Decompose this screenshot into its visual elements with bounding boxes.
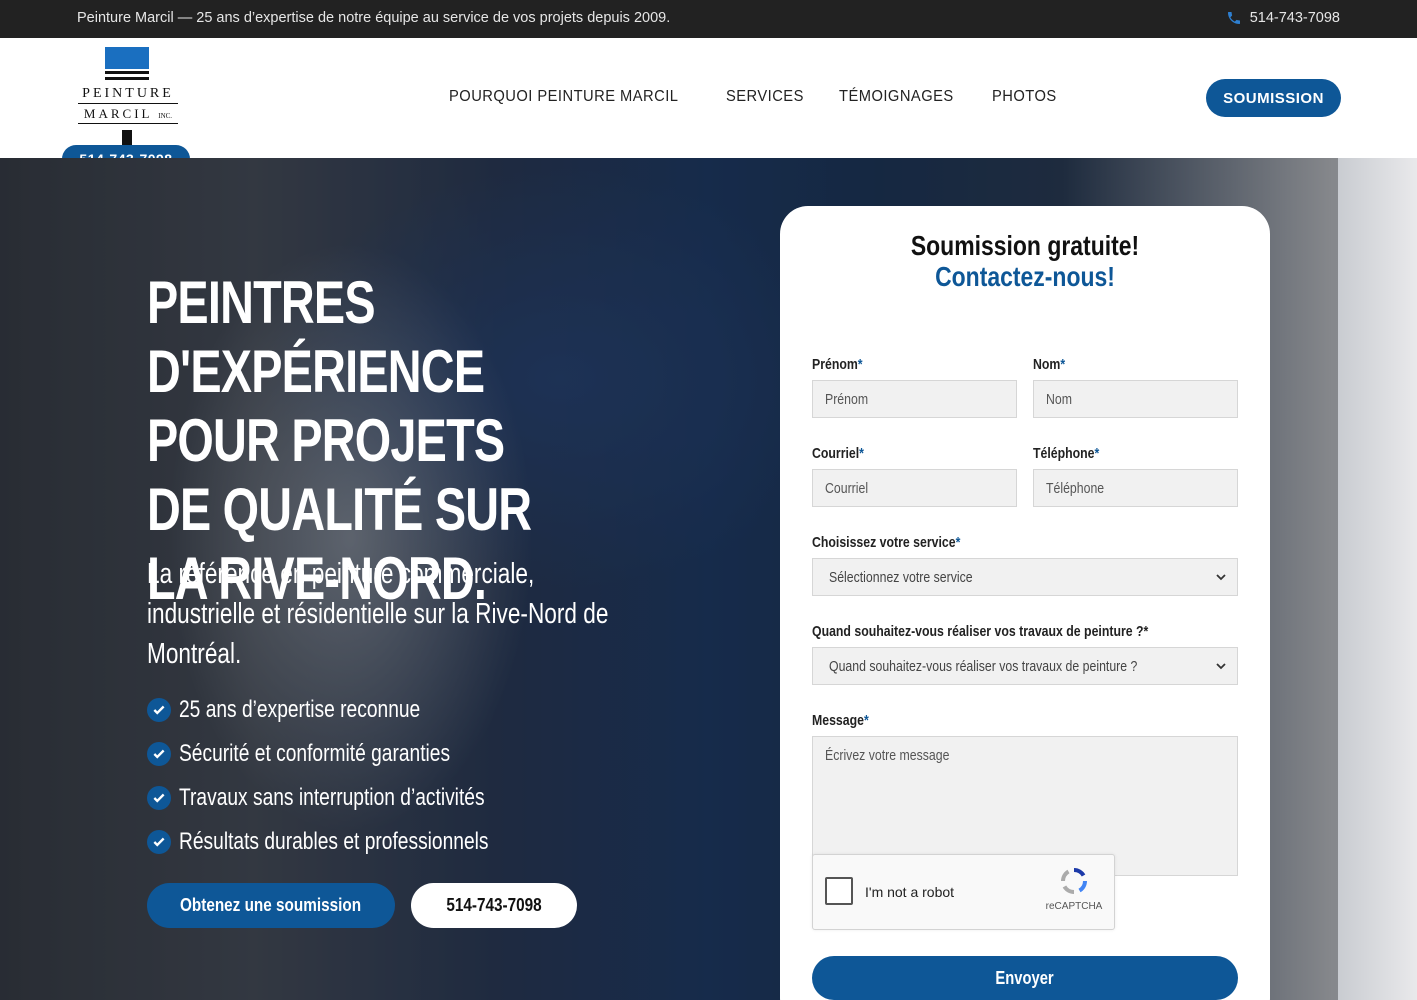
site-header: PEINTURE MARCIL INC. 514-743-7098 POURQU… xyxy=(0,38,1417,173)
recaptcha-brand: reCAPTCHA xyxy=(1045,901,1103,912)
message-placeholder: Écrivez votre message xyxy=(825,747,950,764)
when-label-text: Quand souhaitez-vous réaliser vos travau… xyxy=(812,623,1144,640)
lastname-label: Nom* xyxy=(1033,356,1065,373)
email-label: Courriel* xyxy=(812,445,864,462)
service-select-value: Sélectionnez votre service xyxy=(829,568,973,586)
check-icon xyxy=(147,742,171,766)
required-mark: * xyxy=(1094,445,1100,462)
top-tagline: Peinture Marcil — 25 ans d’expertise de … xyxy=(77,10,671,26)
nav-item-temoignages[interactable]: TÉMOIGNAGES xyxy=(839,88,954,106)
required-mark: * xyxy=(1060,356,1066,373)
form-title: Soumission gratuite! xyxy=(910,230,1140,261)
list-item: Résultats durables et professionnels xyxy=(147,820,566,864)
required-mark: * xyxy=(1143,623,1149,640)
message-label: Message* xyxy=(812,712,869,729)
hero-background-edge xyxy=(1338,158,1417,1000)
logo-bar-2 xyxy=(105,77,149,80)
form-subtitle: Contactez-nous! xyxy=(935,261,1115,292)
when-select[interactable]: Quand souhaitez-vous réaliser vos travau… xyxy=(812,647,1238,685)
list-item: Travaux sans interruption d’activités xyxy=(147,776,566,820)
soumission-button[interactable]: SOUMISSION xyxy=(1206,79,1341,117)
service-label-text: Choisissez votre service xyxy=(812,534,956,551)
required-mark: * xyxy=(863,712,869,729)
recaptcha-logo: reCAPTCHA xyxy=(1039,865,1109,912)
main-nav: POURQUOI PEINTURE MARCIL SERVICES TÉMOIG… xyxy=(449,88,1062,106)
email-label-text: Courriel xyxy=(812,445,860,462)
recaptcha-icon xyxy=(1060,867,1088,895)
logo-blue-block xyxy=(105,47,149,69)
call-phone-button[interactable]: 514-743-7098 xyxy=(411,883,577,928)
hero-benefits-list: 25 ans d’expertise reconnue Sécurité et … xyxy=(147,688,566,864)
required-mark: * xyxy=(859,445,864,462)
email-field[interactable]: Courriel xyxy=(812,469,1017,507)
nav-item-photos[interactable]: PHOTOS xyxy=(992,88,1057,106)
recaptcha-widget: I'm not a robot reCAPTCHA xyxy=(812,854,1115,930)
lastname-placeholder: Nom xyxy=(1046,390,1072,408)
benefit-text: Travaux sans interruption d’activités xyxy=(179,784,485,811)
firstname-field[interactable]: Prénom xyxy=(812,380,1017,418)
logo-rule-1 xyxy=(78,103,178,104)
top-phone-text: 514-743-7098 xyxy=(1249,10,1340,26)
top-phone-link[interactable]: 514-743-7098 xyxy=(1226,10,1340,26)
logo-suffix: INC. xyxy=(158,112,173,120)
phone-field[interactable]: Téléphone xyxy=(1033,469,1238,507)
list-item: 25 ans d’expertise reconnue xyxy=(147,688,566,732)
get-quote-label: Obtenez une soumission xyxy=(180,895,362,915)
required-mark: * xyxy=(857,356,863,373)
logo-word-2-text: MARCIL xyxy=(83,106,152,121)
list-item: Sécurité et conformité garanties xyxy=(147,732,566,776)
benefit-text: Résultats durables et professionnels xyxy=(179,828,489,855)
quote-form: Soumission gratuite! Contactez-nous! Pré… xyxy=(780,206,1270,1000)
top-info-bar: Peinture Marcil — 25 ans d’expertise de … xyxy=(0,0,1417,38)
service-select[interactable]: Sélectionnez votre service xyxy=(812,558,1238,596)
chevron-down-icon xyxy=(1216,663,1226,670)
logo-stem xyxy=(122,130,132,146)
logo[interactable]: PEINTURE MARCIL INC. 514-743-7098 xyxy=(62,44,190,174)
chevron-down-icon xyxy=(1216,574,1226,581)
service-label: Choisissez votre service* xyxy=(812,534,960,551)
logo-word-2: MARCIL INC. xyxy=(78,106,178,122)
hero-section: PEINTRES D'EXPÉRIENCE POUR PROJETS DE QU… xyxy=(0,158,1417,1000)
benefit-text: Sécurité et conformité garanties xyxy=(179,740,451,767)
hero-subtitle: La référence en peinture commerciale, in… xyxy=(147,558,609,670)
submit-label: Envoyer xyxy=(995,967,1055,988)
firstname-label-text: Prénom xyxy=(812,356,858,373)
phone-icon xyxy=(1227,12,1240,24)
when-select-value: Quand souhaitez-vous réaliser vos travau… xyxy=(829,657,1138,675)
recaptcha-label: I'm not a robot xyxy=(865,884,955,900)
email-placeholder: Courriel xyxy=(825,479,869,497)
logo-word-1: PEINTURE xyxy=(82,86,174,101)
nav-item-services[interactable]: SERVICES xyxy=(726,88,804,106)
logo-rule-2 xyxy=(78,123,178,124)
call-phone-label: 514-743-7098 xyxy=(446,895,542,915)
phone-placeholder: Téléphone xyxy=(1046,479,1105,497)
check-icon xyxy=(147,830,171,854)
benefit-text: 25 ans d’expertise reconnue xyxy=(179,696,421,723)
required-mark: * xyxy=(955,534,961,551)
get-quote-button[interactable]: Obtenez une soumission xyxy=(147,883,395,928)
submit-button[interactable]: Envoyer xyxy=(812,956,1238,1000)
nav-item-pourquoi[interactable]: POURQUOI PEINTURE MARCIL xyxy=(449,88,678,106)
phone-label-text: Téléphone xyxy=(1033,445,1095,462)
lastname-label-text: Nom xyxy=(1033,356,1061,373)
firstname-label: Prénom* xyxy=(812,356,863,373)
firstname-placeholder: Prénom xyxy=(825,390,869,408)
logo-bar-1 xyxy=(105,71,149,74)
check-icon xyxy=(147,698,171,722)
phone-label: Téléphone* xyxy=(1033,445,1099,462)
when-label: Quand souhaitez-vous réaliser vos travau… xyxy=(812,623,1148,640)
check-icon xyxy=(147,786,171,810)
recaptcha-checkbox[interactable] xyxy=(825,877,853,905)
lastname-field[interactable]: Nom xyxy=(1033,380,1238,418)
message-label-text: Message xyxy=(812,712,864,729)
